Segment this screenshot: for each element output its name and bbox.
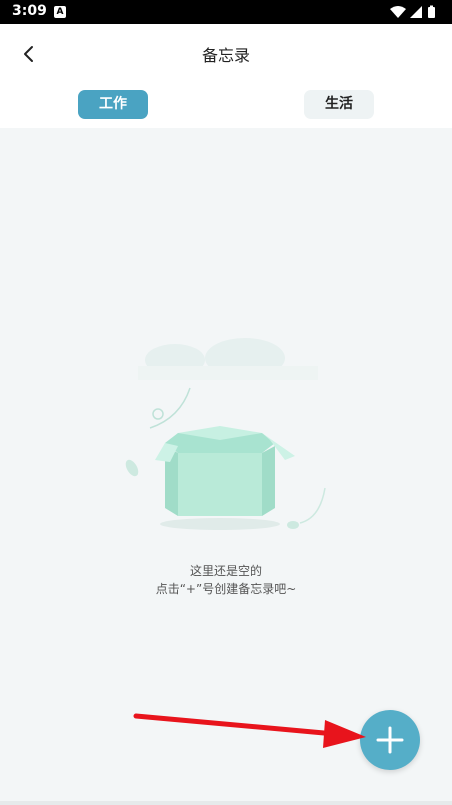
wifi-icon	[390, 6, 406, 18]
tab-life[interactable]: 生活	[304, 90, 374, 119]
empty-message-line1: 这里还是空的	[189, 564, 262, 578]
annotation-arrow-icon	[133, 713, 366, 748]
status-time: 3:09	[12, 3, 47, 19]
status-bar: 3:09 A	[0, 0, 452, 24]
empty-message-line2: 点击“+”号创建备忘录吧~	[155, 582, 297, 596]
notification-icon: A	[54, 6, 66, 18]
status-icons	[390, 5, 438, 19]
battery-icon	[428, 5, 435, 18]
empty-box-icon	[125, 338, 326, 530]
bottom-edge	[0, 801, 452, 805]
signal-icon	[410, 6, 422, 18]
page-title: 备忘录	[201, 46, 250, 65]
app-header: 备忘录 工作 生活	[0, 24, 452, 128]
tab-work[interactable]: 工作	[78, 90, 148, 119]
plus-icon	[376, 726, 404, 754]
memo-list-area: 这里还是空的 点击“+”号创建备忘录吧~	[0, 128, 452, 805]
